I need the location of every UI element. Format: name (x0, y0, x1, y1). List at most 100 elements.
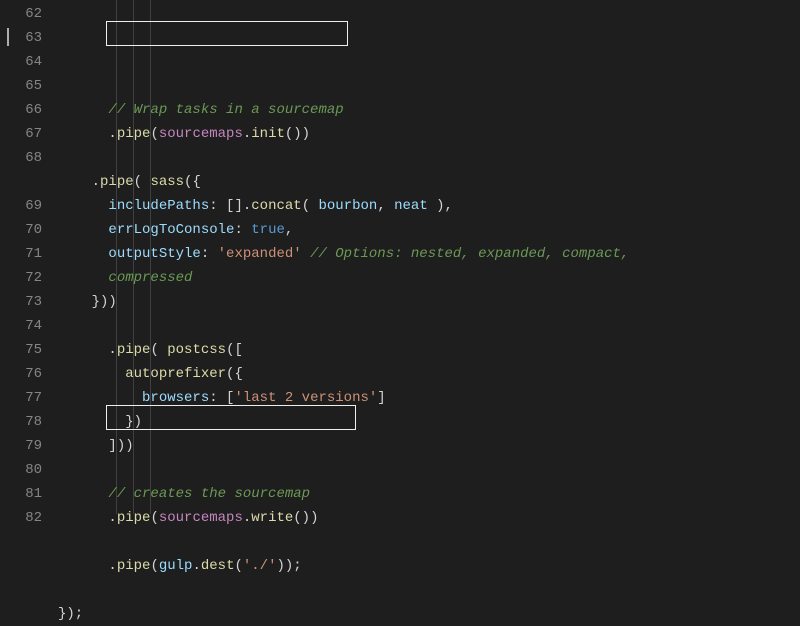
code-line[interactable]: .pipe(sourcemaps.write()) (58, 506, 800, 530)
code-line[interactable]: .pipe(gulp.dest('./')); (58, 554, 800, 578)
token-p: . (108, 558, 116, 574)
line-number: 77 (0, 386, 42, 410)
token-prop: bourbon (319, 198, 378, 214)
line-number: 64 (0, 50, 42, 74)
code-line[interactable]: errLogToConsole: true, (58, 218, 800, 242)
code-line[interactable]: outputStyle: 'expanded' // Options: nest… (58, 242, 800, 266)
code-line[interactable] (58, 578, 800, 602)
token-var: sourcemaps (159, 126, 243, 142)
token-p: ( (150, 126, 158, 142)
token-p: . (108, 126, 116, 142)
token-p: . (108, 342, 116, 358)
token-p (58, 126, 108, 142)
token-p: ( (134, 174, 151, 190)
token-p: . (92, 174, 100, 190)
token-p: . (243, 126, 251, 142)
token-fn: pipe (100, 174, 134, 190)
code-line[interactable]: browsers: ['last 2 versions'] (58, 386, 800, 410)
token-p: ({ (184, 174, 201, 190)
token-comment: // Options: nested, expanded, compact, (310, 246, 638, 262)
token-p (58, 414, 125, 430)
cursor-indicator (7, 28, 9, 46)
code-line[interactable]: // Wrap tasks in a sourcemap (58, 98, 800, 122)
token-p: . (243, 510, 251, 526)
token-str: 'expanded' (218, 246, 302, 262)
token-p (58, 366, 125, 382)
token-p: . (192, 558, 200, 574)
token-fn: pipe (117, 342, 151, 358)
code-line[interactable]: }) (58, 410, 800, 434)
token-fn: init (251, 126, 285, 142)
line-number: 65 (0, 74, 42, 98)
line-number: 70 (0, 218, 42, 242)
token-comment: compressed (108, 270, 192, 286)
token-p (58, 558, 108, 574)
code-line[interactable]: includePaths: [].concat( bourbon, neat )… (58, 194, 800, 218)
token-p (58, 198, 108, 214)
token-prop: browsers (142, 390, 209, 406)
line-number: 71 (0, 242, 42, 266)
token-p (58, 222, 108, 238)
token-p: ()) (285, 126, 310, 142)
code-line[interactable]: }); (58, 602, 800, 626)
token-p (58, 246, 108, 262)
code-line[interactable]: ])) (58, 434, 800, 458)
token-fn: pipe (117, 126, 151, 142)
line-number: 72 (0, 266, 42, 290)
code-line[interactable]: .pipe( sass({ (58, 170, 800, 194)
token-p: , (377, 198, 394, 214)
token-p (58, 294, 92, 310)
token-p: ([ (226, 342, 243, 358)
line-number: 75 (0, 338, 42, 362)
token-p: ()) (293, 510, 318, 526)
code-line[interactable] (58, 530, 800, 554)
line-number: 80 (0, 458, 42, 482)
code-line[interactable]: .pipe( postcss([ (58, 338, 800, 362)
line-number: 78 (0, 410, 42, 434)
token-p: : [ (209, 390, 234, 406)
token-p: : (201, 246, 218, 262)
token-prop: includePaths (108, 198, 209, 214)
token-fn: postcss (167, 342, 226, 358)
token-p (58, 486, 108, 502)
line-number (0, 170, 42, 194)
line-number: 82 (0, 506, 42, 530)
code-line[interactable]: // creates the sourcemap (58, 482, 800, 506)
code-line[interactable]: })) (58, 290, 800, 314)
token-p: : []. (209, 198, 251, 214)
line-number: 79 (0, 434, 42, 458)
token-str: './' (243, 558, 277, 574)
token-p: , (285, 222, 293, 238)
token-p: }) (125, 414, 142, 430)
token-prop: gulp (159, 558, 193, 574)
token-p (58, 270, 108, 286)
token-fn: write (251, 510, 293, 526)
code-line[interactable] (58, 146, 800, 170)
line-number: 76 (0, 362, 42, 386)
token-str: 'last 2 versions' (234, 390, 377, 406)
token-fn: concat (251, 198, 301, 214)
token-p (302, 246, 310, 262)
code-content[interactable]: // Wrap tasks in a sourcemap .pipe(sourc… (58, 0, 800, 514)
token-p: ])) (108, 438, 133, 454)
token-fn: pipe (117, 510, 151, 526)
token-p (58, 510, 108, 526)
token-p: ( (302, 198, 319, 214)
token-p: ( (150, 510, 158, 526)
token-var: sourcemaps (159, 510, 243, 526)
code-line[interactable]: compressed (58, 266, 800, 290)
code-line[interactable] (58, 314, 800, 338)
token-p: }); (58, 606, 83, 622)
token-p: ), (428, 198, 453, 214)
token-prop: errLogToConsole (108, 222, 234, 238)
code-editor[interactable]: 6263646566676869707172737475767778798081… (0, 0, 800, 514)
code-line[interactable] (58, 458, 800, 482)
code-line[interactable]: .pipe(sourcemaps.init()) (58, 122, 800, 146)
token-kw: true (251, 222, 285, 238)
code-line[interactable]: autoprefixer({ (58, 362, 800, 386)
token-p (58, 102, 108, 118)
line-number: 66 (0, 98, 42, 122)
token-p: )); (276, 558, 301, 574)
token-prop: neat (394, 198, 428, 214)
line-number: 69 (0, 194, 42, 218)
